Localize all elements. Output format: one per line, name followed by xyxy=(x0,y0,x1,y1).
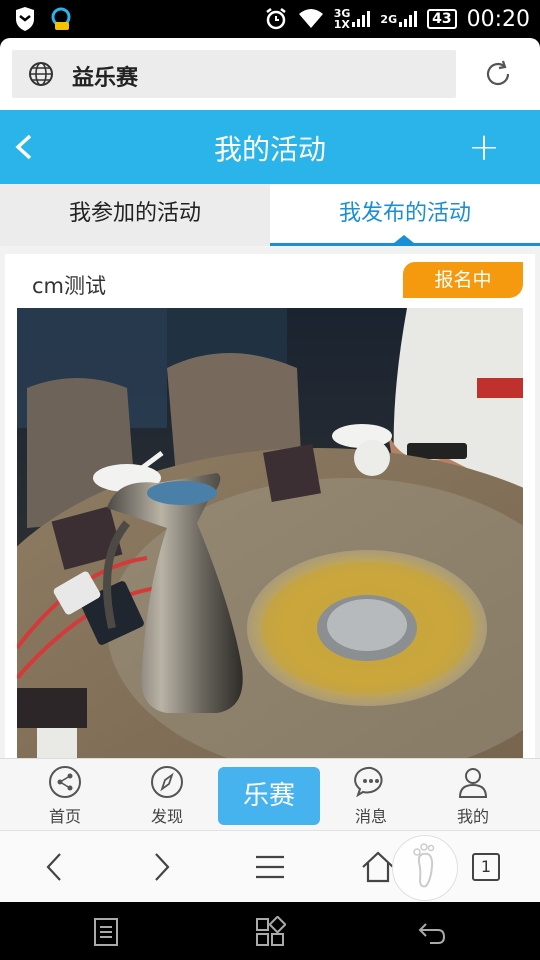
status-bar: 3G 1X 2G 43 00:20 xyxy=(0,0,540,38)
nav-home-label: 首页 xyxy=(48,807,81,826)
browser-back-icon[interactable] xyxy=(36,849,72,885)
home-grid-icon[interactable] xyxy=(254,916,286,948)
status-badge: 报名中 xyxy=(403,262,523,298)
compass-icon xyxy=(151,766,183,798)
signal-bars-icon xyxy=(399,11,418,27)
tab-label: 我发布的活动 xyxy=(338,201,471,226)
url-field[interactable]: 益乐赛 xyxy=(12,50,456,98)
page-title: 我的活动 xyxy=(213,133,326,166)
network-type-bottom: 1X xyxy=(333,18,350,31)
activity-photo xyxy=(17,308,523,758)
nav-mine[interactable]: 我的 xyxy=(438,765,508,827)
browser-toolbar: 1 xyxy=(0,830,540,902)
activity-card[interactable]: cm测试 报名中 xyxy=(5,254,535,758)
cellular-signal-1: 3G 1X xyxy=(334,8,371,30)
nav-home[interactable]: 首页 xyxy=(30,765,100,827)
alarm-icon xyxy=(265,8,286,30)
nav-lesai-button[interactable]: 乐赛 xyxy=(218,767,320,825)
tab-joined-activities[interactable]: 我参加的活动 xyxy=(0,184,270,246)
network-type-2g: 2G xyxy=(380,12,398,26)
wifi-icon xyxy=(298,9,323,28)
system-back-icon[interactable] xyxy=(416,916,448,948)
chat-icon xyxy=(354,766,383,798)
nav-messages[interactable]: 消息 xyxy=(336,765,406,827)
home-icon[interactable] xyxy=(360,849,396,885)
header: 我的活动 + xyxy=(0,110,540,184)
tab-count-button[interactable]: 1 xyxy=(472,853,500,881)
footprint-icon xyxy=(413,843,435,888)
tab-published-activities[interactable]: 我发布的活动 xyxy=(270,184,540,246)
bottom-nav: 首页 发现 乐赛 消息 我的 xyxy=(0,758,540,830)
globe-icon xyxy=(29,62,53,86)
activity-photo-image xyxy=(17,308,523,758)
signal-bars-icon xyxy=(352,11,371,27)
nav-discover-label: 发现 xyxy=(150,807,183,826)
battery-indicator: 43 xyxy=(427,9,457,29)
browser-address-bar: 益乐赛 xyxy=(0,38,540,110)
system-nav-bar xyxy=(0,902,540,960)
floating-footprint-button[interactable] xyxy=(392,835,458,901)
activity-list: cm测试 报名中 xyxy=(0,246,540,758)
shield-icon xyxy=(16,7,34,31)
activity-tabs: 我参加的活动 我发布的活动 xyxy=(0,184,540,246)
share-icon xyxy=(49,766,81,798)
nav-discover[interactable]: 发现 xyxy=(132,765,202,827)
menu-icon[interactable] xyxy=(252,849,288,885)
notification-app-icon xyxy=(51,7,71,30)
refresh-icon[interactable] xyxy=(482,58,514,90)
url-text: 益乐赛 xyxy=(72,66,139,91)
person-icon xyxy=(458,768,488,798)
recent-apps-icon[interactable] xyxy=(90,916,122,948)
add-activity-button[interactable]: + xyxy=(468,128,500,166)
activity-title: cm测试 xyxy=(32,274,107,298)
browser-forward-icon[interactable] xyxy=(144,849,180,885)
active-tab-caret xyxy=(394,235,414,243)
clock: 00:20 xyxy=(466,6,530,32)
cellular-signal-2: 2G xyxy=(380,11,418,27)
nav-messages-label: 消息 xyxy=(354,807,387,826)
nav-mine-label: 我的 xyxy=(456,807,489,826)
